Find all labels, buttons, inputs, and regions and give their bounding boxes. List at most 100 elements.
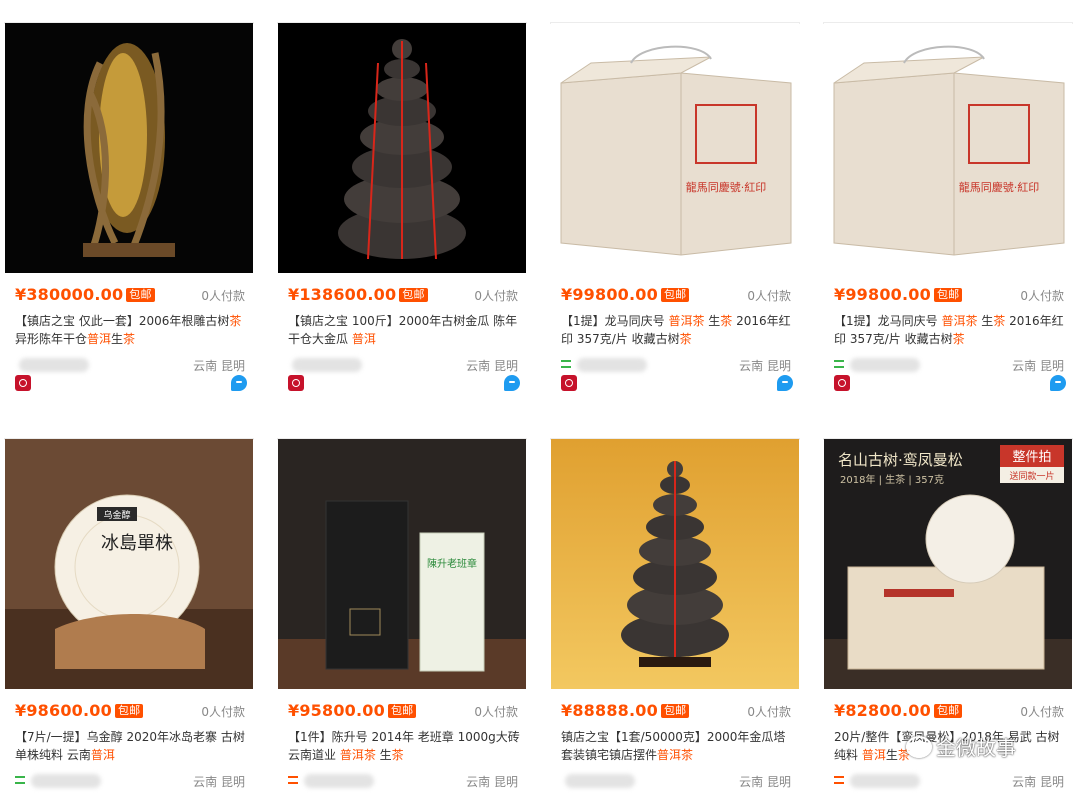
location: 云南 昆明 bbox=[739, 775, 791, 789]
shop-name-blurred[interactable] bbox=[19, 358, 89, 372]
product-card[interactable]: 名山古树·鸾凤曼松 2018年 | 生茶 | 357克 整件拍 送同款一片 ¥8… bbox=[823, 438, 1073, 789]
product-title[interactable]: 【1提】龙马同庆号 普洱茶 生茶 2016年红印 357克/片 收藏古树茶 bbox=[561, 312, 793, 348]
product-card[interactable]: ¥380000.00 包邮 0人付款 【镇店之宝 仅此一套】2006年根雕古树茶异形… bbox=[4, 22, 254, 391]
wangwang-chat-icon[interactable] bbox=[1050, 375, 1066, 391]
product-card[interactable]: 龍馬同慶號·紅印 ¥99800.00 包邮 0人付款 【1提】龙马同庆号 普洱茶 生… bbox=[823, 22, 1073, 391]
free-shipping-badge: 包邮 bbox=[660, 704, 690, 718]
product-title[interactable]: 【7片/一提】乌金醇 2020年冰岛老寨 古树单株纯料 云南普洱 bbox=[15, 728, 247, 764]
price: ¥98600.00 包邮 bbox=[15, 701, 144, 720]
tag-sublabel: 送同款一片 bbox=[1009, 470, 1054, 482]
title-keyword-highlight: 普洱 bbox=[87, 332, 112, 346]
title-keyword-highlight: 普洱 bbox=[351, 332, 376, 346]
title-text: 【7片/一提】乌金醇 2020年冰岛老寨 古树单株纯料 云南 bbox=[15, 730, 245, 762]
paid-count: 0人付款 bbox=[747, 705, 791, 719]
product-image-chenshenghao-brick[interactable]: 陳升老班章 bbox=[278, 439, 526, 689]
location: 云南 昆明 bbox=[1012, 359, 1064, 373]
free-shipping-badge: 包邮 bbox=[660, 288, 690, 302]
location: 云南 昆明 bbox=[466, 775, 518, 789]
shop-name-blurred[interactable] bbox=[565, 774, 635, 788]
shop-name-blurred[interactable] bbox=[850, 358, 920, 372]
title-keyword-highlight: 普洱 bbox=[90, 748, 115, 762]
free-shipping-badge: 包邮 bbox=[399, 288, 428, 302]
paid-count: 0人付款 bbox=[474, 289, 518, 303]
banner-title: 名山古树·鸾凤曼松 bbox=[838, 451, 963, 469]
product-card[interactable]: ¥138600.00 包邮 0人付款 【镇店之宝 100斤】2000年古树金瓜 陈年… bbox=[277, 22, 527, 391]
title-keyword-highlight: 茶 bbox=[952, 332, 965, 346]
title-keyword-highlight: 普洱茶 bbox=[657, 748, 694, 762]
title-keyword-highlight: 茶 bbox=[229, 314, 242, 328]
watermark: 金微故事 bbox=[906, 732, 1016, 761]
title-keyword-highlight: 普洱茶 bbox=[941, 314, 978, 328]
product-image-golden-melon-tower[interactable] bbox=[278, 23, 526, 273]
product-image-root-carving[interactable] bbox=[5, 23, 253, 273]
location: 云南 昆明 bbox=[466, 359, 518, 373]
price: ¥99800.00 包邮 bbox=[561, 285, 690, 304]
title-text: 生 bbox=[704, 314, 721, 328]
price: ¥95800.00 包邮 bbox=[288, 701, 417, 720]
title-keyword-highlight: 普洱茶 bbox=[339, 748, 376, 762]
title-text: 生 bbox=[111, 332, 124, 346]
shop-list-icon bbox=[834, 776, 844, 784]
shop-list-icon bbox=[15, 776, 25, 784]
tmall-icon[interactable] bbox=[15, 375, 31, 391]
cake-title: 冰島單株 bbox=[101, 533, 173, 554]
paid-count: 0人付款 bbox=[1020, 289, 1064, 303]
wangwang-chat-icon[interactable] bbox=[504, 375, 520, 391]
free-shipping-badge: 包邮 bbox=[126, 288, 155, 302]
tag-label: 整件拍 bbox=[1012, 450, 1051, 465]
product-title[interactable]: 【镇店之宝 100斤】2000年古树金瓜 陈年干仓大金瓜 普洱 bbox=[288, 312, 520, 348]
title-text: 【1提】龙马同庆号 bbox=[834, 314, 942, 328]
title-text: 生 bbox=[977, 314, 994, 328]
shop-name-blurred[interactable] bbox=[577, 358, 647, 372]
title-keyword-highlight: 茶 bbox=[123, 332, 136, 346]
price: ¥88888.00 包邮 bbox=[561, 701, 690, 720]
shop-name-blurred[interactable] bbox=[850, 774, 920, 788]
title-keyword-highlight: 茶 bbox=[993, 314, 1006, 328]
paid-count: 0人付款 bbox=[201, 289, 245, 303]
tmall-icon[interactable] bbox=[834, 375, 850, 391]
free-shipping-badge: 包邮 bbox=[933, 704, 963, 718]
product-card[interactable]: 乌金醇 冰島單株 ¥98600.00 包邮 0人付款 【7片/一提】乌金醇 2020… bbox=[4, 438, 254, 789]
shop-name-blurred[interactable] bbox=[292, 358, 362, 372]
product-title[interactable]: 镇店之宝【1套/50000克】2000年金瓜塔套装镇宅镇店摆件普洱茶 bbox=[561, 728, 793, 764]
title-text: 【1提】龙马同庆号 bbox=[561, 314, 669, 328]
title-text: 异形陈年干仓 bbox=[15, 332, 88, 346]
free-shipping-badge: 包邮 bbox=[114, 704, 144, 718]
product-title[interactable]: 【1件】陈升号 2014年 老班章 1000g大砖 云南道业 普洱茶 生茶 bbox=[288, 728, 520, 764]
product-card[interactable]: ¥88888.00 包邮 0人付款 镇店之宝【1套/50000克】2000年金瓜塔套… bbox=[550, 438, 800, 789]
shop-list-icon bbox=[288, 776, 298, 784]
title-keyword-highlight: 茶 bbox=[679, 332, 692, 346]
title-text: 【镇店之宝 100斤】2000年古树金瓜 陈年干仓大金瓜 bbox=[288, 314, 518, 346]
title-text: 20片/整件【 bbox=[834, 730, 902, 744]
product-image-bingdao-cake[interactable]: 乌金醇 冰島單株 bbox=[5, 439, 253, 689]
shop-name-blurred[interactable] bbox=[31, 774, 101, 788]
product-card[interactable]: 陳升老班章 ¥95800.00 包邮 0人付款 【1件】陈升号 2014年 老班章 … bbox=[277, 438, 527, 789]
product-image-tea-box[interactable]: 龍馬同慶號·紅印 bbox=[551, 23, 799, 273]
product-image-tea-box[interactable]: 龍馬同慶號·紅印 bbox=[824, 23, 1072, 273]
product-card[interactable]: 龍馬同慶號·紅印 ¥99800.00 包邮 0人付款 【1提】龙马同庆号 普洱茶 生… bbox=[550, 22, 800, 391]
price: ¥82800.00 包邮 bbox=[834, 701, 963, 720]
title-keyword-highlight: 茶 bbox=[391, 748, 404, 762]
price: ¥138600.00 包邮 bbox=[288, 285, 428, 304]
tmall-icon[interactable] bbox=[288, 375, 304, 391]
brick-label: 陳升老班章 bbox=[427, 557, 477, 570]
location: 云南 昆明 bbox=[193, 775, 245, 789]
location: 云南 昆明 bbox=[193, 359, 245, 373]
shop-name-blurred[interactable] bbox=[304, 774, 374, 788]
price: ¥99800.00 包邮 bbox=[834, 285, 963, 304]
tmall-icon[interactable] bbox=[561, 375, 577, 391]
box-label: 龍馬同慶號·紅印 bbox=[959, 180, 1040, 194]
title-keyword-highlight: 普洱茶 bbox=[668, 314, 705, 328]
product-image-mangsong-case[interactable]: 名山古树·鸾凤曼松 2018年 | 生茶 | 357克 整件拍 送同款一片 bbox=[824, 439, 1072, 689]
wangwang-chat-icon[interactable] bbox=[231, 375, 247, 391]
product-image-golden-melon-tower-set[interactable] bbox=[551, 439, 799, 689]
title-keyword-highlight: 普洱 bbox=[861, 748, 886, 762]
paid-count: 0人付款 bbox=[474, 705, 518, 719]
wangwang-chat-icon[interactable] bbox=[777, 375, 793, 391]
product-title[interactable]: 【镇店之宝 仅此一套】2006年根雕古树茶异形陈年干仓普洱生茶 bbox=[15, 312, 247, 348]
product-title[interactable]: 【1提】龙马同庆号 普洱茶 生茶 2016年红印 357克/片 收藏古树茶 bbox=[834, 312, 1066, 348]
location: 云南 昆明 bbox=[1012, 775, 1064, 789]
paid-count: 0人付款 bbox=[747, 289, 791, 303]
title-text: 【镇店之宝 仅此一套】2006年根雕古树 bbox=[15, 314, 230, 328]
free-shipping-badge: 包邮 bbox=[387, 704, 417, 718]
